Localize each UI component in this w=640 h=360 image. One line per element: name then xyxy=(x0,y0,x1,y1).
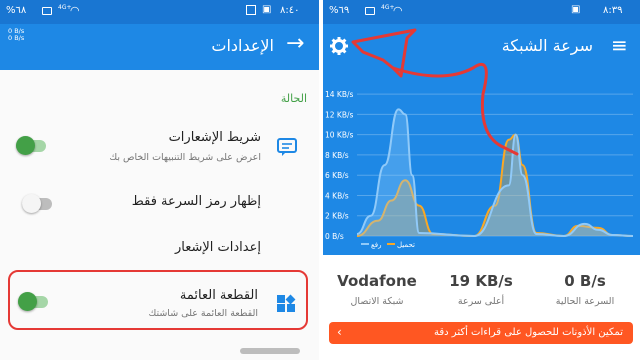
stat-label: السرعة الحالية xyxy=(555,296,615,307)
page-title: الإعدادات xyxy=(211,36,274,55)
y-tick-label: 2 KB/s xyxy=(325,212,349,221)
stat-value: Vodafone xyxy=(337,272,417,290)
battery-icon xyxy=(42,7,52,15)
y-tick-label: 4 KB/s xyxy=(325,191,349,200)
app-bar: 0 B/s 0 B/s الإعدادات → xyxy=(0,24,319,70)
stat-value: 0 B/s xyxy=(564,272,606,290)
setting-subtitle: القطعة العائمة على شاشتك xyxy=(148,308,258,319)
setting-floating-widget[interactable]: القطعة العائمة القطعة العائمة على شاشتك xyxy=(8,270,308,330)
battery-icon xyxy=(365,7,375,15)
legend-label-upload: رفع xyxy=(371,241,381,249)
section-header: الحالة xyxy=(280,92,307,105)
setting-title: القطعة العائمة xyxy=(179,288,258,303)
stat-carrier: Vodafone شبكة الاتصال xyxy=(327,272,427,307)
stat-label: شبكة الاتصال xyxy=(350,296,404,307)
wifi-icon: ◠ xyxy=(393,4,403,17)
network-speed-screen: %٦٩ 4G+ ◠ ▣ ٨:٣٩ سرعة الشبكة ≡ 0 B/s 2 KB… xyxy=(323,0,640,360)
floating-widget-toggle[interactable] xyxy=(18,292,48,311)
stat-max-speed: 19 KB/s أعلى سرعة xyxy=(431,272,531,307)
toggle-knob xyxy=(22,194,41,213)
image-notification-icon xyxy=(246,5,256,15)
permissions-banner[interactable]: ‹ تمكين الأذونات للحصول على قراءات أكثر … xyxy=(329,322,633,344)
status-bar: %٦٩ 4G+ ◠ ▣ ٨:٣٩ xyxy=(323,0,640,24)
setting-title: إعدادات الإشعار xyxy=(174,240,261,255)
annotation-arrow xyxy=(351,28,519,156)
setting-notification-settings[interactable]: إعدادات الإشعار xyxy=(0,232,319,268)
screenshot-icon: ▣ xyxy=(571,4,581,15)
y-tick-label: 6 KB/s xyxy=(325,171,349,180)
widgets-icon xyxy=(277,294,296,312)
speed-meter: 0 B/s 0 B/s xyxy=(8,28,24,42)
status-bar: %٦٨ 4G+ ◠ ▣ ٨:٤٠ xyxy=(0,0,319,24)
setting-subtitle: اعرض على شريط التنبيهات الخاص بك xyxy=(109,152,261,163)
setting-title: شريط الإشعارات xyxy=(168,130,261,145)
battery-text: %٦٩ xyxy=(329,5,350,16)
back-arrow-icon[interactable]: → xyxy=(286,32,304,56)
setting-title: إظهار رمز السرعة فقط xyxy=(131,194,261,209)
status-time: ٨:٣٩ xyxy=(603,5,623,16)
settings-screen: %٦٨ 4G+ ◠ ▣ ٨:٤٠ 0 B/s 0 B/s الإعدادات →… xyxy=(0,0,319,360)
notification-bar-toggle[interactable] xyxy=(16,136,46,155)
stat-label: أعلى سرعة xyxy=(457,296,505,307)
toggle-knob xyxy=(16,136,35,155)
stats-row: Vodafone شبكة الاتصال 19 KB/s أعلى سرعة … xyxy=(323,268,640,318)
banner-text: تمكين الأذونات للحصول على قراءات أكثر دق… xyxy=(434,327,623,338)
setting-speed-icon-only[interactable]: إظهار رمز السرعة فقط xyxy=(0,186,319,222)
wifi-icon: ◠ xyxy=(70,4,80,17)
stat-current-speed: 0 B/s السرعة الحالية xyxy=(535,272,635,307)
next-item-partial xyxy=(240,348,300,354)
setting-notification-bar[interactable]: شريط الإشعارات اعرض على شريط التنبيهات ا… xyxy=(0,118,319,178)
y-tick-label: 0 B/s xyxy=(325,232,344,241)
battery-text: %٦٨ xyxy=(6,5,27,16)
message-icon xyxy=(277,138,297,156)
screenshot-icon: ▣ xyxy=(262,4,272,15)
stat-value: 19 KB/s xyxy=(449,272,513,290)
legend-label-download: تحميل xyxy=(397,241,415,249)
status-time: ٨:٤٠ xyxy=(280,5,300,16)
speed-down: 0 B/s xyxy=(8,34,25,42)
toggle-knob xyxy=(18,292,37,311)
chevron-left-icon: ‹ xyxy=(337,325,342,339)
speed-icon-only-toggle[interactable] xyxy=(22,194,52,213)
